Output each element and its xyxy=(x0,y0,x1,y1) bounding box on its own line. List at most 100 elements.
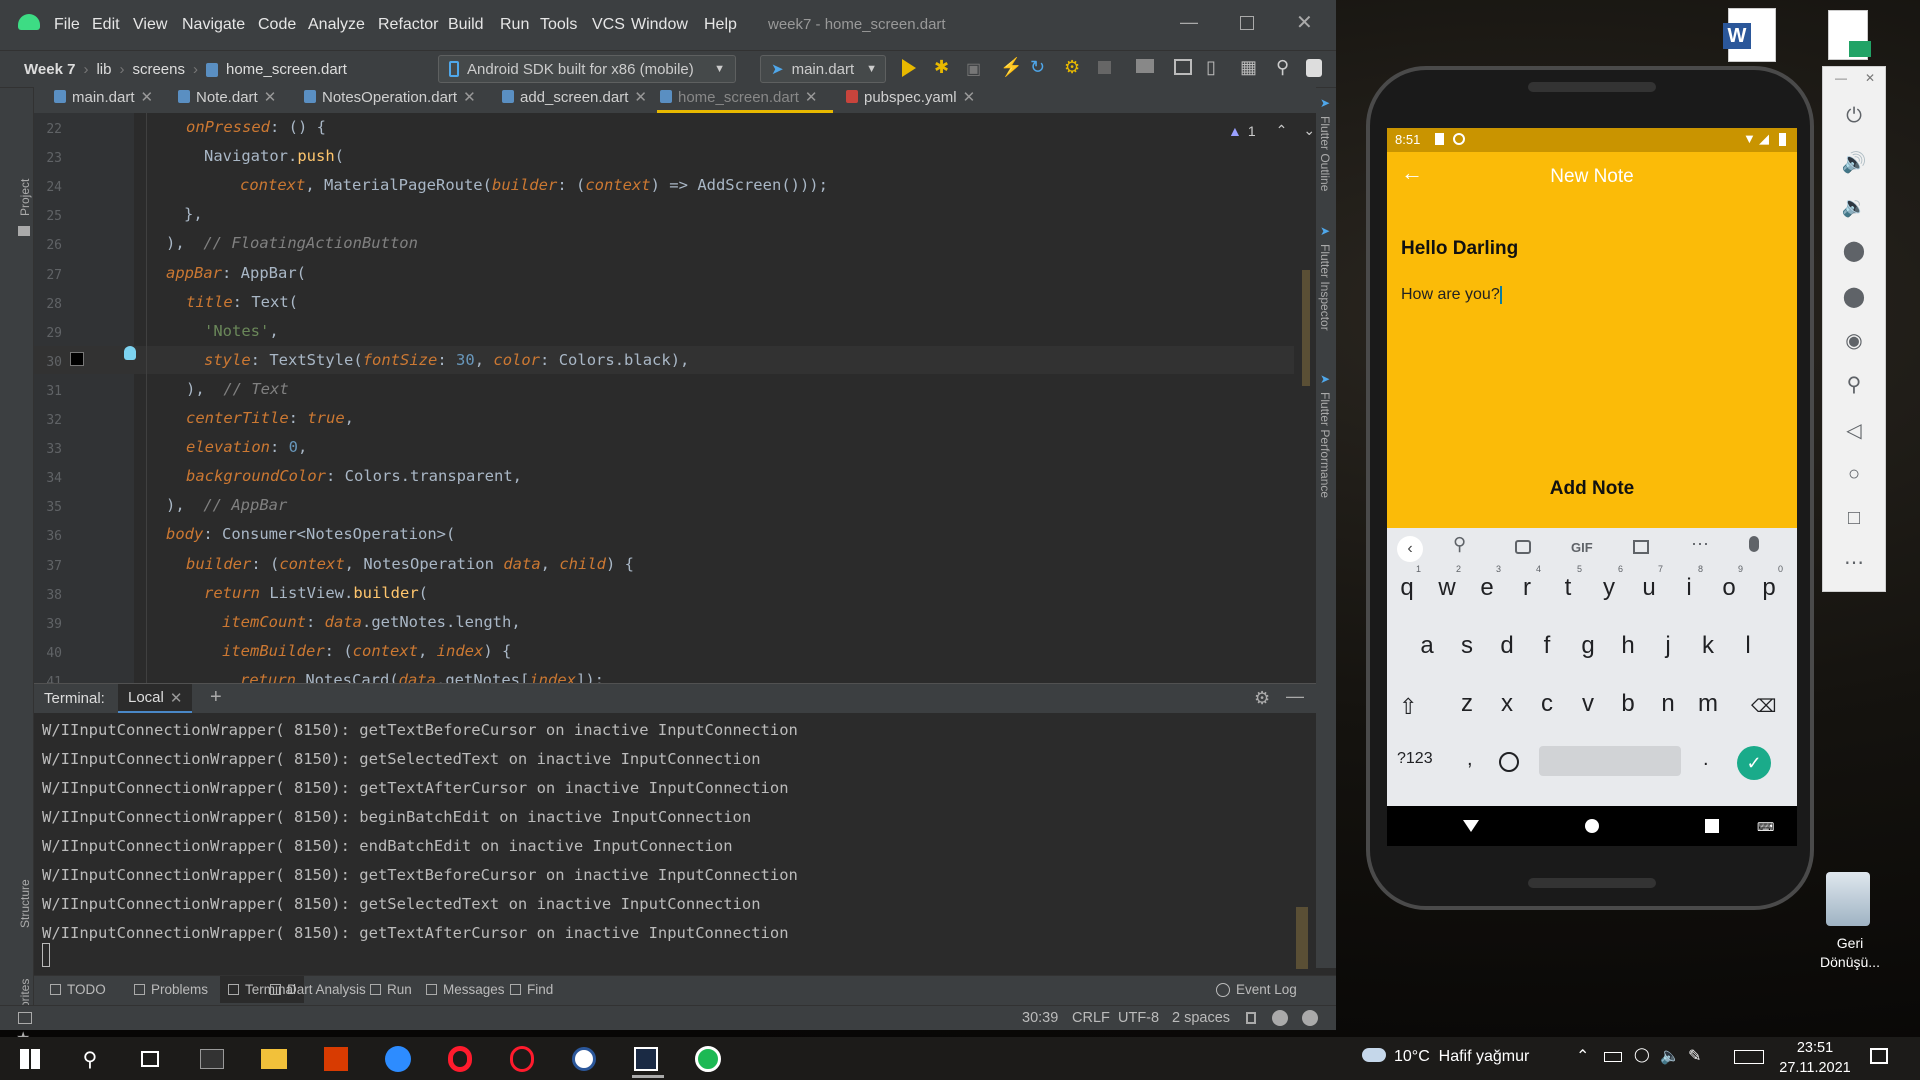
sad-face-icon[interactable] xyxy=(1302,1010,1318,1026)
hot-restart-icon[interactable]: ↻ xyxy=(1030,57,1045,78)
code-line[interactable]: itemBuilder: (context, index) { xyxy=(222,642,511,660)
breadcrumb-screens[interactable]: screens xyxy=(132,61,185,78)
key-t[interactable]: t5 xyxy=(1550,564,1586,610)
layout-icon[interactable] xyxy=(18,1012,32,1024)
tool-button-todo[interactable]: TODO xyxy=(50,982,106,997)
editor-scrollbar[interactable] xyxy=(1302,270,1310,386)
tab-add-screen-dart[interactable]: add_screen.dart ✕ xyxy=(502,88,647,113)
flutter-outline-button[interactable]: Flutter Outline xyxy=(1318,116,1332,191)
close-icon[interactable]: ✕ xyxy=(1865,71,1875,85)
nav-recents-icon[interactable] xyxy=(1705,819,1719,833)
menu-build[interactable]: Build xyxy=(448,16,484,34)
code-line[interactable]: context, MaterialPageRoute(builder: (con… xyxy=(240,176,828,194)
gear-icon[interactable]: ⚙ xyxy=(1254,688,1270,709)
comma-key[interactable]: , xyxy=(1467,748,1473,771)
breadcrumb-lib[interactable]: lib xyxy=(96,61,111,78)
event-log-button[interactable]: Event Log xyxy=(1216,982,1297,997)
device-selector[interactable]: Android SDK built for x86 (mobile) ▼ xyxy=(438,55,736,83)
maximize-icon[interactable] xyxy=(1240,16,1254,30)
menu-vcs[interactable]: VCS xyxy=(592,16,625,34)
code-line[interactable]: return ListView.builder( xyxy=(204,584,428,602)
flutter-performance-button[interactable]: Flutter Performance xyxy=(1318,392,1332,498)
menu-window[interactable]: Window xyxy=(631,16,688,34)
code-line[interactable]: 'Notes', xyxy=(204,322,279,340)
code-line[interactable]: appBar: AppBar( xyxy=(166,264,306,282)
opera-icon[interactable] xyxy=(442,1041,478,1077)
hot-reload-icon[interactable]: ⚡ xyxy=(1000,57,1022,78)
notification-icon[interactable] xyxy=(1870,1048,1888,1064)
chevron-up-icon[interactable]: ⌃ xyxy=(1576,1046,1589,1066)
backspace-key[interactable]: ⌫ xyxy=(1751,696,1776,717)
tool-button-run[interactable]: Run xyxy=(370,982,412,997)
menu-code[interactable]: Code xyxy=(258,16,296,34)
menu-run[interactable]: Run xyxy=(500,16,529,34)
recycle-bin-icon[interactable] xyxy=(1826,872,1870,926)
code-line[interactable]: elevation: 0, xyxy=(186,438,307,456)
enter-check-key[interactable]: ✓ xyxy=(1737,746,1771,780)
menu-file[interactable]: File xyxy=(54,16,80,34)
close-tab-icon[interactable]: ✕ xyxy=(264,89,277,106)
minimize-icon[interactable]: — xyxy=(1180,12,1198,33)
key-y[interactable]: y6 xyxy=(1591,564,1627,610)
volume-down-icon[interactable]: 🔉 xyxy=(1839,191,1869,221)
menu-analyze[interactable]: Analyze xyxy=(308,16,365,34)
clock-date[interactable]: 27.11.2021 xyxy=(1770,1060,1860,1076)
more-icon[interactable]: ⋯ xyxy=(1691,534,1709,555)
inspection-widget[interactable]: ▲ 1 ⌃ ⌄ xyxy=(1228,122,1315,139)
clock-time[interactable]: 23:51 xyxy=(1790,1040,1840,1056)
task-view-icon[interactable] xyxy=(132,1041,168,1077)
code-line[interactable]: body: Consumer<NotesOperation>( xyxy=(166,525,455,543)
more-options-icon[interactable]: ⋯ xyxy=(1839,547,1869,577)
key-n[interactable]: n xyxy=(1650,682,1686,726)
minimize-icon[interactable]: — xyxy=(1835,71,1847,85)
project-tool-button[interactable]: Project xyxy=(18,179,32,216)
run-config-selector[interactable]: ➤ main.dart ▼ xyxy=(760,55,886,83)
terminal-tab-local[interactable]: Local ✕ xyxy=(118,684,193,714)
pen-icon[interactable]: ✎ xyxy=(1688,1046,1701,1066)
key-e[interactable]: e3 xyxy=(1469,564,1505,610)
key-i[interactable]: i8 xyxy=(1671,564,1707,610)
code-line[interactable]: style: TextStyle(fontSize: 30, color: Co… xyxy=(204,351,689,369)
indent-setting[interactable]: 2 spaces xyxy=(1172,1010,1230,1026)
rotate-left-icon[interactable]: ⬤ xyxy=(1839,235,1869,265)
key-f[interactable]: f xyxy=(1529,624,1565,668)
chevron-down-icon[interactable]: ⌄ xyxy=(1303,122,1315,139)
profile-icon[interactable]: ▣ xyxy=(966,59,981,79)
zoom-app-icon[interactable] xyxy=(380,1041,416,1077)
battery-icon[interactable] xyxy=(1604,1052,1622,1062)
tab-main-dart[interactable]: main.dart ✕ xyxy=(54,88,153,113)
power-icon[interactable]: ⏻ xyxy=(1839,101,1869,131)
close-tab-icon[interactable]: ✕ xyxy=(805,89,818,106)
key-r[interactable]: r4 xyxy=(1509,564,1545,610)
office-app-icon[interactable] xyxy=(318,1041,354,1077)
code-line[interactable]: Navigator.push( xyxy=(204,147,344,165)
key-m[interactable]: m xyxy=(1690,682,1726,726)
code-line[interactable]: backgroundColor: Colors.transparent, xyxy=(186,467,522,485)
zoom-icon[interactable]: ⚲ xyxy=(1839,369,1869,399)
file-explorer-icon[interactable] xyxy=(256,1041,292,1077)
run-icon[interactable] xyxy=(902,59,916,77)
key-h[interactable]: h xyxy=(1610,624,1646,668)
windows-start-icon[interactable] xyxy=(12,1041,48,1077)
code-line[interactable]: onPressed: () { xyxy=(186,118,326,136)
device-manager-icon[interactable]: ▯ xyxy=(1206,57,1216,78)
volume-up-icon[interactable]: 🔊 xyxy=(1839,147,1869,177)
keyboard-collapse-icon[interactable]: ‹ xyxy=(1397,536,1423,562)
key-k[interactable]: k xyxy=(1690,624,1726,668)
keyboard-layout-icon[interactable] xyxy=(1734,1050,1764,1064)
lightbulb-icon[interactable] xyxy=(124,346,136,360)
menu-refactor[interactable]: Refactor xyxy=(378,16,438,34)
key-z[interactable]: z xyxy=(1449,682,1485,726)
menu-view[interactable]: View xyxy=(133,16,167,34)
attach-debugger-icon[interactable]: ⚙ xyxy=(1064,57,1080,78)
code-line[interactable]: ), // AppBar xyxy=(166,496,287,514)
nav-home-icon[interactable] xyxy=(1585,819,1599,833)
space-key[interactable] xyxy=(1539,746,1681,776)
search-icon[interactable]: ⚲ xyxy=(1453,534,1466,555)
key-c[interactable]: c xyxy=(1529,682,1565,726)
word-app-icon[interactable] xyxy=(566,1041,602,1077)
word-document-icon[interactable]: W xyxy=(1723,8,1776,62)
back-icon[interactable]: ◁ xyxy=(1839,415,1869,445)
minimize-panel-icon[interactable]: — xyxy=(1286,686,1304,707)
key-p[interactable]: p0 xyxy=(1751,564,1787,610)
